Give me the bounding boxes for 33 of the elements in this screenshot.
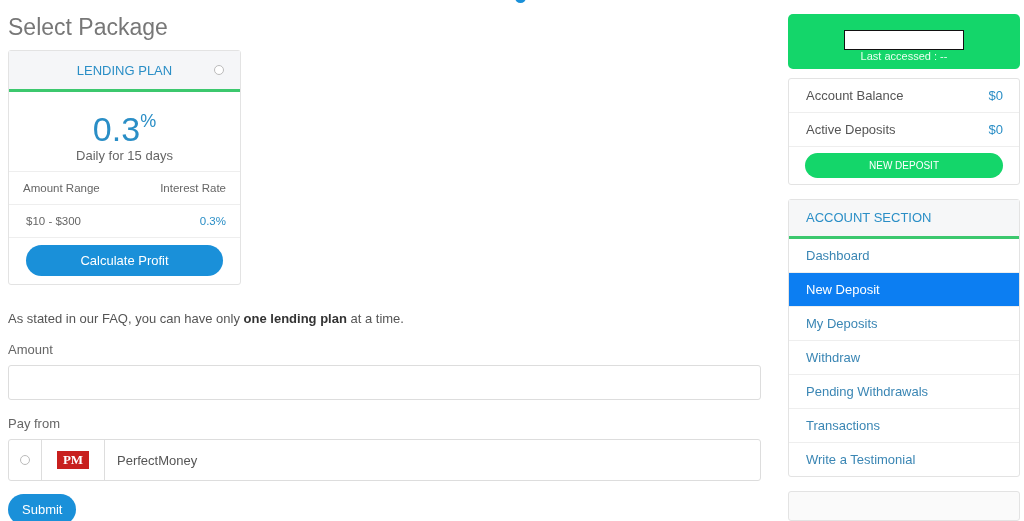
notice-text: As stated in our FAQ, you can have only one lending plan at a time. bbox=[8, 311, 405, 326]
payment-radio[interactable] bbox=[20, 455, 30, 465]
menu-title: ACCOUNT SECTION bbox=[806, 210, 932, 226]
rate-unit: % bbox=[140, 111, 157, 131]
payment-option[interactable]: PM PerfectMoney bbox=[8, 439, 761, 481]
payment-name: PerfectMoney bbox=[117, 452, 198, 468]
table-cell: 0.3% bbox=[199, 215, 226, 227]
menu-item[interactable]: My Deposits bbox=[789, 306, 1019, 341]
menu-item[interactable]: Pending Withdrawals bbox=[789, 374, 1019, 409]
table-cell-text: $10 - $300 bbox=[25, 215, 81, 227]
amount-field[interactable] bbox=[8, 365, 761, 400]
rate-value: 0.3 bbox=[92, 110, 141, 148]
pay-from-label: Pay from bbox=[8, 416, 61, 431]
calculate-profit-button[interactable]: Calculate Profit bbox=[26, 245, 223, 276]
payment-logo: PM bbox=[56, 451, 90, 469]
stat-value: $0 bbox=[988, 87, 1003, 103]
menu-item[interactable]: Dashboard bbox=[789, 238, 1019, 273]
plan-period: Daily for 15 days bbox=[75, 148, 174, 163]
menu-item[interactable]: Write a Testimonial bbox=[789, 442, 1019, 476]
amount-label: Amount bbox=[8, 342, 54, 357]
menu-item[interactable]: New Deposit bbox=[789, 272, 1019, 307]
plan-radio[interactable] bbox=[214, 65, 224, 75]
menu-item[interactable]: Withdraw bbox=[789, 340, 1019, 375]
last-accessed-text: Last accessed : -- bbox=[860, 50, 948, 62]
menu-item[interactable]: Transactions bbox=[789, 408, 1019, 443]
column-header: Amount Range bbox=[23, 182, 100, 194]
submit-button[interactable]: Submit bbox=[8, 494, 77, 521]
stat-label: Account Balance bbox=[806, 87, 904, 103]
stat-value: $0 bbox=[988, 121, 1003, 137]
stat-label: Active Deposits bbox=[806, 121, 896, 137]
column-header: Interest Rate bbox=[160, 182, 226, 194]
page-title: Select Package bbox=[8, 14, 169, 41]
plan-name: LENDING PLAN bbox=[76, 62, 173, 78]
